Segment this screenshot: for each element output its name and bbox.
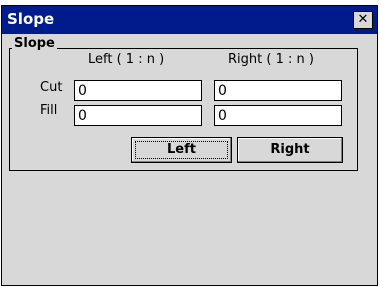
left-button[interactable]: Left [131, 137, 232, 163]
cut-label: Cut [40, 80, 63, 95]
right-button-label: Right [270, 142, 310, 157]
cut-left-field[interactable] [74, 80, 202, 101]
window-title: Slope [7, 10, 55, 28]
focus-rectangle [135, 141, 228, 159]
fill-label: Fill [40, 103, 58, 118]
title-bar: Slope ✕ [2, 6, 377, 34]
fill-right-field[interactable] [214, 105, 342, 126]
column-header-right: Right ( 1 : n ) [228, 52, 314, 67]
close-button[interactable]: ✕ [353, 11, 373, 29]
right-button[interactable]: Right [237, 137, 343, 163]
fill-left-field[interactable] [74, 105, 202, 126]
close-icon: ✕ [357, 12, 369, 27]
cut-right-field[interactable] [214, 80, 342, 101]
column-header-left: Left ( 1 : n ) [88, 52, 165, 67]
group-legend: Slope [12, 36, 57, 51]
